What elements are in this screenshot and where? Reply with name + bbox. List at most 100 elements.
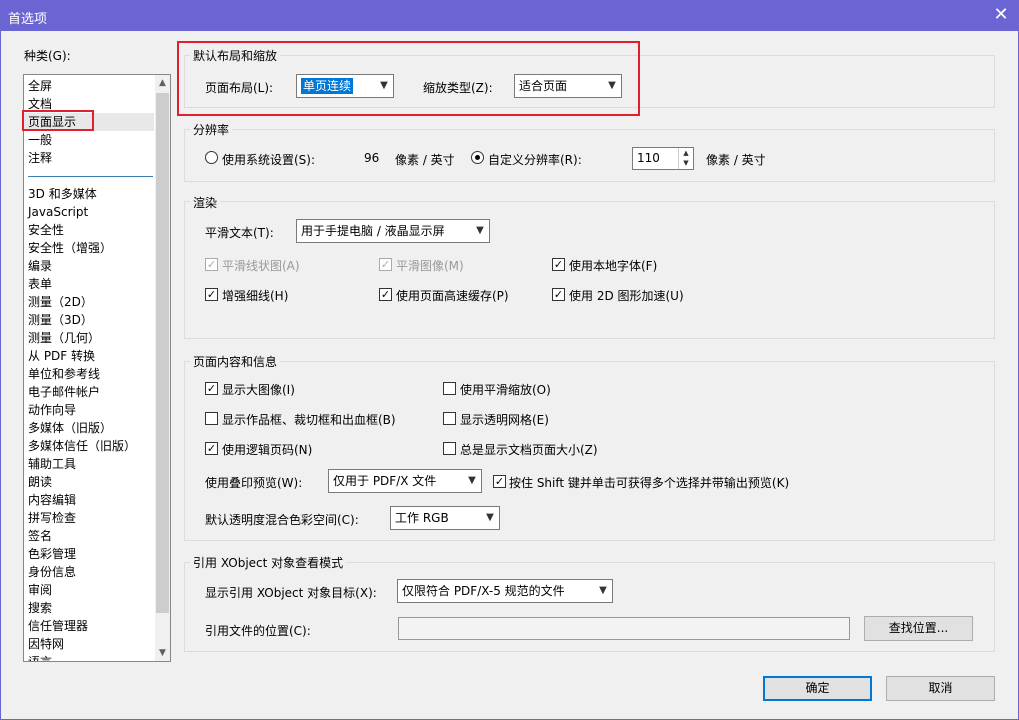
category-item[interactable]: 内容编辑 bbox=[28, 491, 76, 509]
option-label: 显示透明网格(E) bbox=[460, 413, 549, 427]
chevron-down-icon: ▼ bbox=[486, 512, 494, 523]
system-resolution-unit: 像素 / 英寸 bbox=[395, 153, 455, 167]
category-item[interactable]: 测量（2D） bbox=[28, 293, 93, 311]
group-title-xobject: 引用 XObject 对象查看模式 bbox=[190, 554, 347, 571]
category-item[interactable]: 动作向导 bbox=[28, 401, 76, 419]
option-checkbox[interactable] bbox=[443, 442, 456, 455]
smooth-text-select[interactable]: 用于手提电脑 / 液晶显示屏 ▼ bbox=[296, 219, 490, 243]
custom-resolution-unit: 像素 / 英寸 bbox=[706, 153, 766, 167]
category-item[interactable]: 朗读 bbox=[28, 473, 52, 491]
category-item[interactable]: 测量（几何） bbox=[28, 329, 100, 347]
overprint-select[interactable]: 仅用于 PDF/X 文件 ▼ bbox=[328, 469, 482, 493]
scroll-down-icon[interactable]: ▼ bbox=[155, 645, 170, 661]
option-checkbox[interactable]: ✓ bbox=[552, 258, 565, 271]
scroll-up-icon[interactable]: ▲ bbox=[155, 75, 170, 91]
chevron-down-icon: ▼ bbox=[599, 585, 607, 596]
system-resolution-label: 使用系统设置(S): bbox=[222, 153, 316, 167]
category-item[interactable]: 安全性（增强） bbox=[28, 239, 112, 257]
category-item[interactable]: 拼写检查 bbox=[28, 509, 76, 527]
category-item[interactable]: 编录 bbox=[28, 257, 52, 275]
category-item[interactable]: 电子邮件帐户 bbox=[28, 383, 100, 401]
group-title-rendering: 渲染 bbox=[190, 194, 221, 211]
check-icon: ✓ bbox=[380, 258, 391, 271]
option-label: 显示作品框、裁切框和出血框(B) bbox=[222, 413, 396, 427]
category-item[interactable]: 多媒体（旧版） bbox=[28, 419, 112, 437]
option-checkbox[interactable]: ✓ bbox=[205, 382, 218, 395]
close-icon[interactable]: ✕ bbox=[991, 5, 1011, 25]
xobject-target-select[interactable]: 仅限符合 PDF/X-5 规范的文件 ▼ bbox=[397, 579, 613, 603]
chevron-down-icon: ▼ bbox=[468, 475, 476, 486]
category-item[interactable]: JavaScript bbox=[28, 203, 88, 221]
option-checkbox[interactable] bbox=[443, 382, 456, 395]
custom-resolution-radio[interactable] bbox=[471, 151, 484, 164]
category-item[interactable]: 色彩管理 bbox=[28, 545, 76, 563]
option-label: 使用 2D 图形加速(U) bbox=[569, 289, 684, 303]
system-resolution-radio[interactable] bbox=[205, 151, 218, 164]
category-item[interactable]: 签名 bbox=[28, 527, 52, 545]
check-icon: ✓ bbox=[206, 382, 217, 395]
option-checkbox[interactable]: ✓ bbox=[205, 258, 218, 271]
category-item[interactable]: 语言 bbox=[28, 653, 52, 661]
category-item[interactable]: 从 PDF 转换 bbox=[28, 347, 95, 365]
category-item[interactable]: 一般 bbox=[28, 131, 52, 149]
category-item[interactable]: 身份信息 bbox=[28, 563, 76, 581]
xobject-target-value: 仅限符合 PDF/X-5 规范的文件 bbox=[402, 584, 565, 598]
option-checkbox[interactable] bbox=[443, 412, 456, 425]
category-item[interactable]: 3D 和多媒体 bbox=[28, 185, 97, 203]
option-label: 使用本地字体(F) bbox=[569, 259, 658, 273]
option-label: 总是显示文档页面大小(Z) bbox=[460, 443, 598, 457]
category-item[interactable]: 因特网 bbox=[28, 635, 64, 653]
category-list[interactable]: 全屏 文档 页面显示 一般 注释 3D 和多媒体 JavaScript 安全性 安全性（增强）… bbox=[23, 74, 171, 662]
category-item[interactable]: 安全性 bbox=[28, 221, 64, 239]
spinner-arrows-icon[interactable]: ▲ ▼ bbox=[678, 148, 693, 169]
category-item[interactable]: 单位和参考线 bbox=[28, 365, 100, 383]
scroll-thumb[interactable] bbox=[156, 93, 169, 613]
categories-label: 种类(G): bbox=[24, 49, 71, 63]
blend-space-label: 默认透明度混合色彩空间(C): bbox=[205, 513, 359, 527]
category-scrollbar[interactable]: ▲ ▼ bbox=[155, 75, 170, 661]
highlight-box-layout-zoom bbox=[177, 41, 640, 116]
group-title-resolution: 分辨率 bbox=[190, 121, 233, 138]
custom-resolution-label: 自定义分辨率(R): bbox=[488, 153, 582, 167]
group-title-page-content: 页面内容和信息 bbox=[190, 353, 281, 370]
option-checkbox[interactable]: ✓ bbox=[552, 288, 565, 301]
ok-button[interactable]: 确定 bbox=[763, 676, 872, 701]
category-item[interactable]: 搜索 bbox=[28, 599, 52, 617]
category-item[interactable]: 辅助工具 bbox=[28, 455, 76, 473]
category-item[interactable]: 信任管理器 bbox=[28, 617, 88, 635]
check-icon: ✓ bbox=[553, 288, 564, 301]
category-item[interactable]: 注释 bbox=[28, 149, 52, 167]
blend-space-value: 工作 RGB bbox=[395, 511, 449, 525]
option-checkbox[interactable]: ✓ bbox=[379, 288, 392, 301]
category-separator bbox=[28, 176, 153, 177]
custom-resolution-spinner[interactable]: 110 ▲ ▼ bbox=[632, 147, 694, 170]
option-label: 平滑线状图(A) bbox=[222, 259, 300, 273]
option-checkbox[interactable]: ✓ bbox=[205, 442, 218, 455]
category-item[interactable]: 多媒体信任（旧版） bbox=[28, 437, 136, 455]
system-resolution-value: 96 bbox=[364, 151, 380, 165]
smooth-text-value: 用于手提电脑 / 液晶显示屏 bbox=[301, 224, 445, 238]
cancel-button[interactable]: 取消 bbox=[886, 676, 995, 701]
title-bar: 首选项 ✕ bbox=[0, 0, 1019, 31]
option-checkbox[interactable]: ✓ bbox=[379, 258, 392, 271]
browse-button[interactable]: 查找位置... bbox=[864, 616, 973, 641]
option-label: 使用逻辑页码(N) bbox=[222, 443, 313, 457]
option-label: 平滑图像(M) bbox=[396, 259, 464, 273]
window-title: 首选项 bbox=[8, 12, 48, 27]
category-item[interactable]: 全屏 bbox=[28, 77, 52, 95]
file-location-label: 引用文件的位置(C): bbox=[205, 624, 311, 638]
option-label: 使用平滑缩放(O) bbox=[460, 383, 551, 397]
option-checkbox[interactable] bbox=[205, 412, 218, 425]
file-location-input[interactable] bbox=[398, 617, 850, 640]
overprint-value: 仅用于 PDF/X 文件 bbox=[333, 474, 437, 488]
highlight-box-category bbox=[22, 110, 94, 131]
shift-select-checkbox[interactable]: ✓ bbox=[493, 475, 506, 488]
option-checkbox[interactable]: ✓ bbox=[205, 288, 218, 301]
check-icon: ✓ bbox=[553, 258, 564, 271]
blend-space-select[interactable]: 工作 RGB ▼ bbox=[390, 506, 500, 530]
check-icon: ✓ bbox=[494, 475, 505, 488]
check-icon: ✓ bbox=[206, 288, 217, 301]
category-item[interactable]: 审阅 bbox=[28, 581, 52, 599]
category-item[interactable]: 测量（3D） bbox=[28, 311, 93, 329]
category-item[interactable]: 表单 bbox=[28, 275, 52, 293]
